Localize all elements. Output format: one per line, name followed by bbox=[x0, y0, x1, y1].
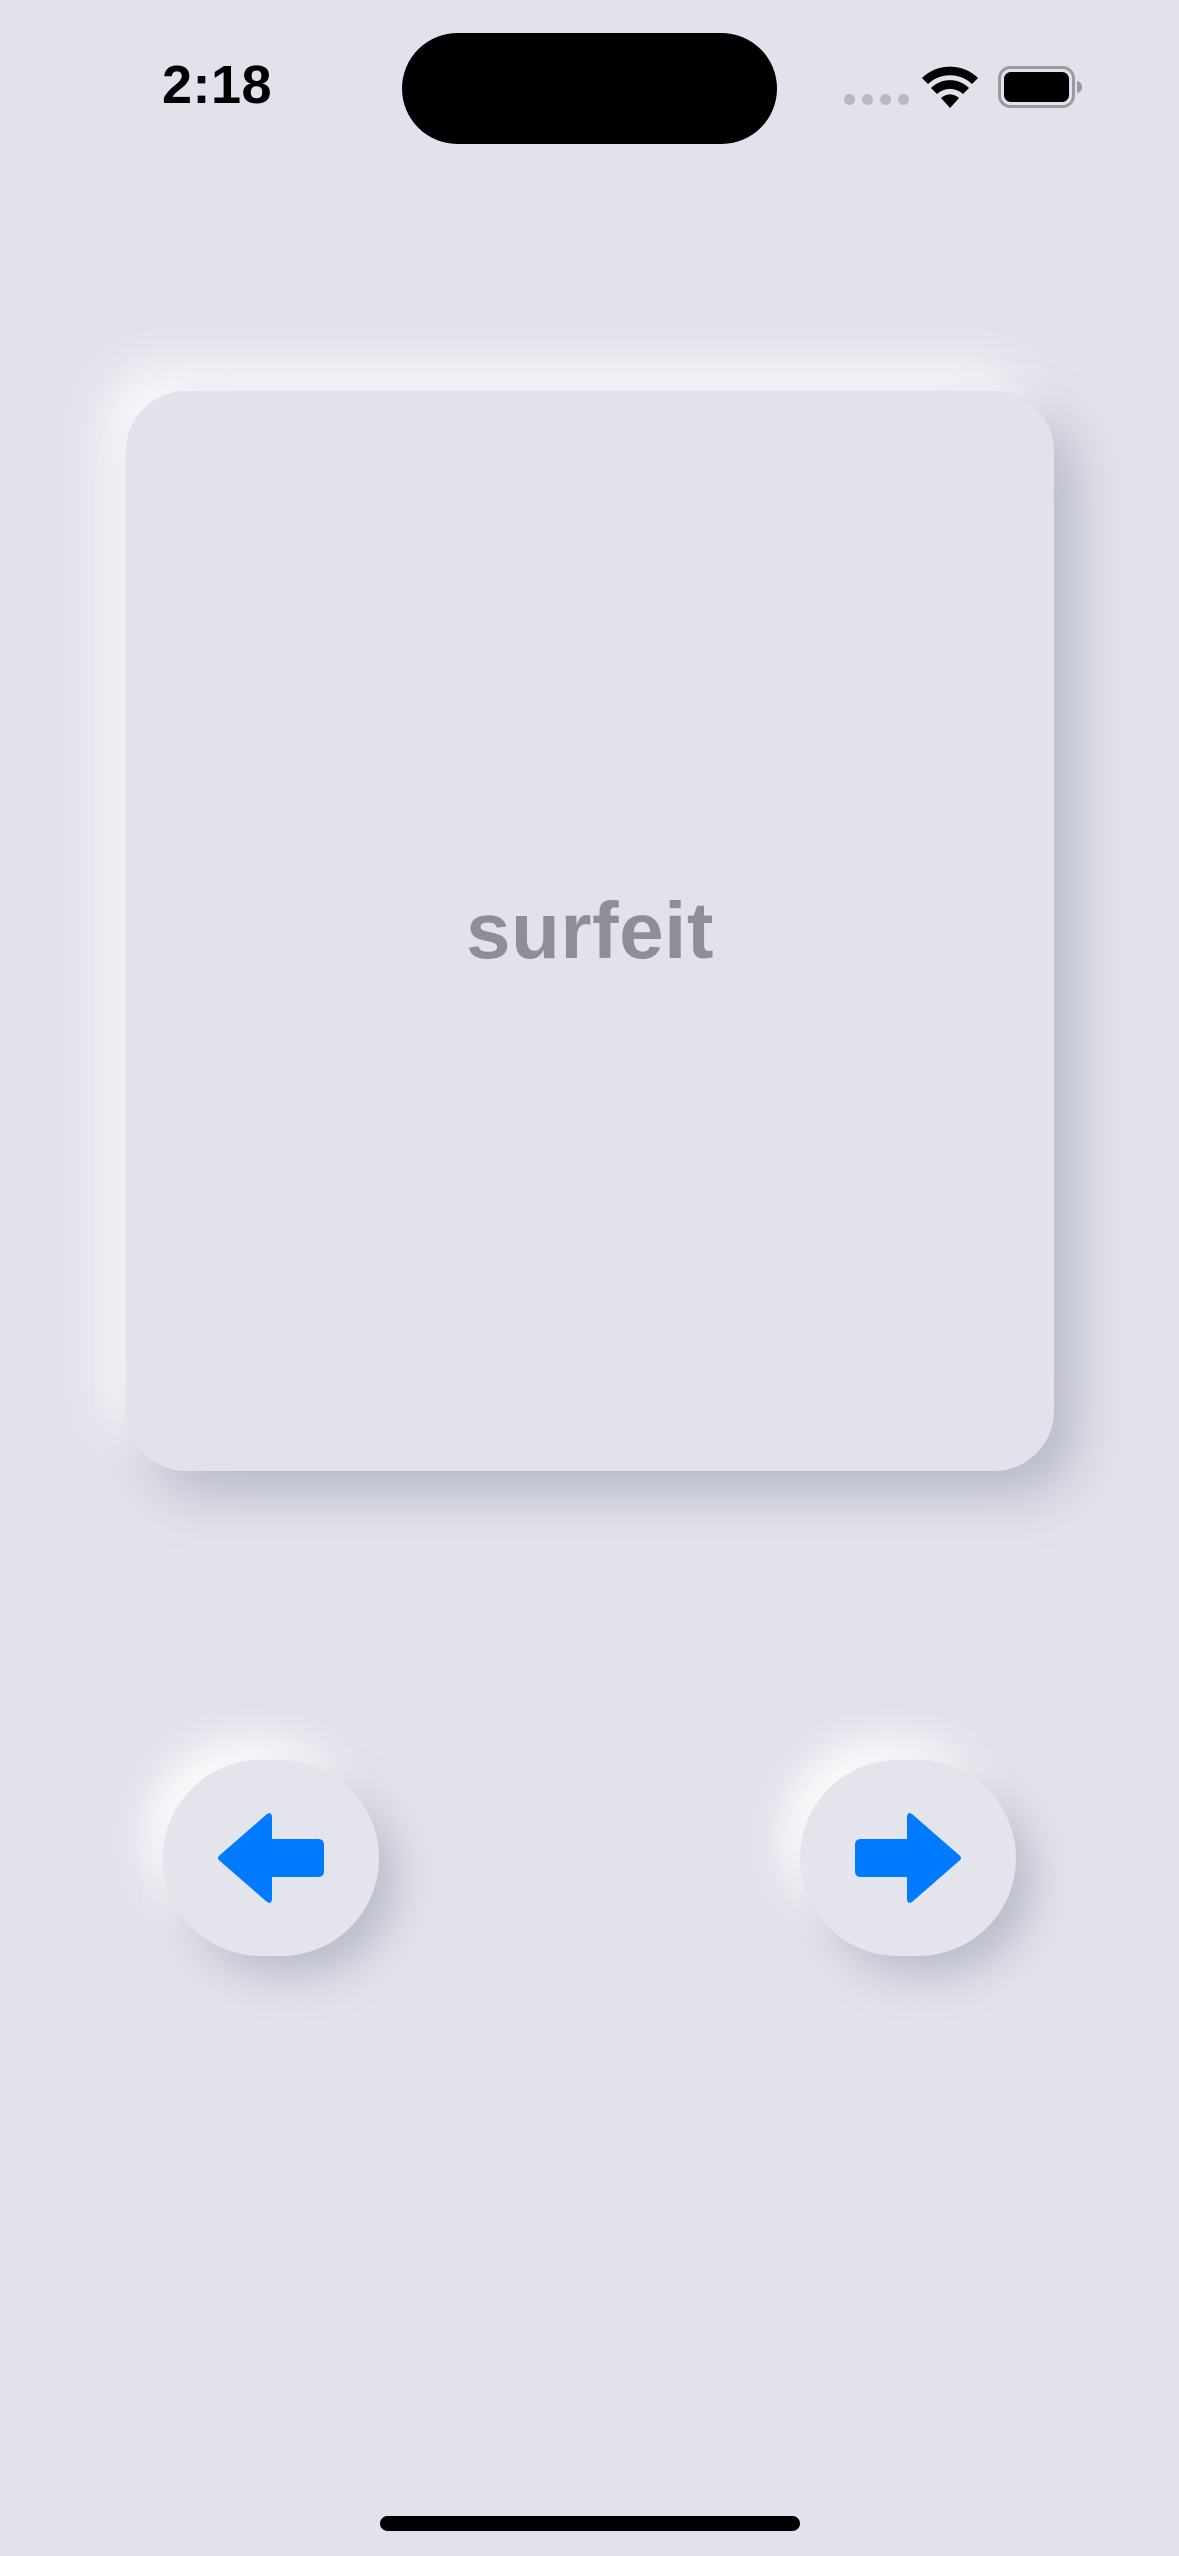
wifi-icon bbox=[922, 66, 978, 108]
status-time: 2:18 bbox=[162, 55, 273, 115]
cellular-signal-icon bbox=[844, 94, 909, 105]
flash-card[interactable]: surfeit bbox=[126, 391, 1054, 1471]
dynamic-island bbox=[402, 33, 777, 144]
next-button[interactable] bbox=[800, 1760, 1016, 1956]
card-word: surfeit bbox=[466, 886, 714, 975]
battery-icon bbox=[998, 66, 1082, 108]
arrow-right-icon bbox=[855, 1813, 961, 1903]
home-indicator[interactable] bbox=[380, 2516, 800, 2531]
status-bar: 2:18 bbox=[0, 0, 1179, 150]
previous-button[interactable] bbox=[163, 1760, 379, 1956]
arrow-left-icon bbox=[218, 1813, 324, 1903]
